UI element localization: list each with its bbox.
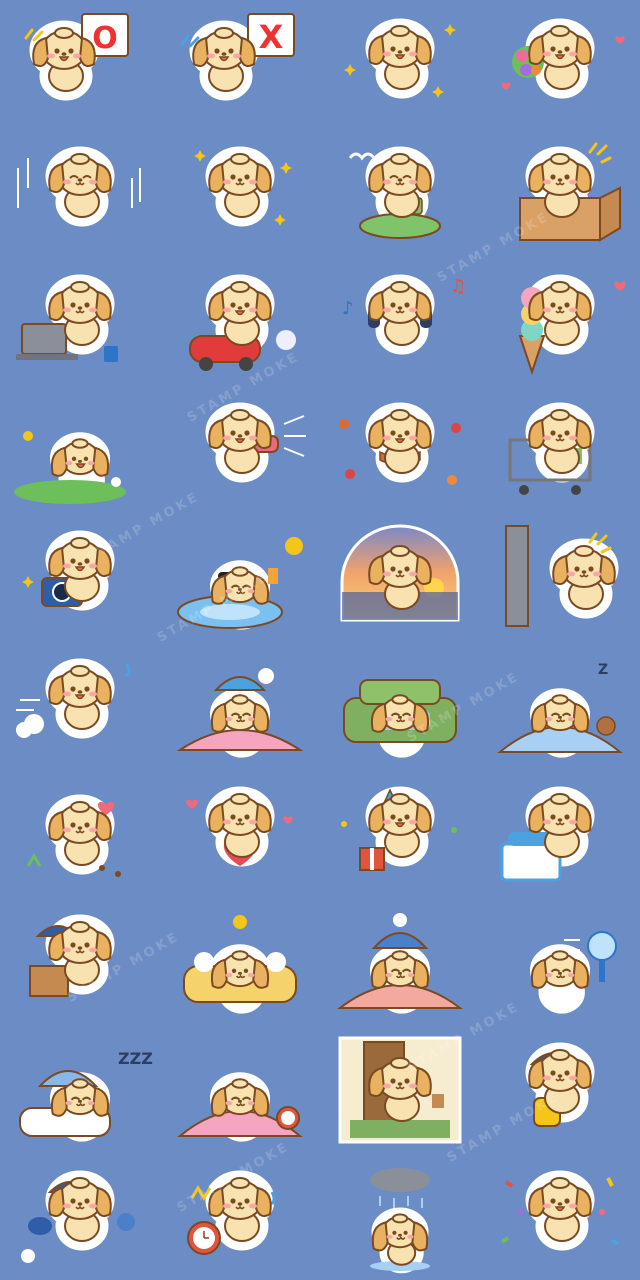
sticker-ice-cream[interactable] — [480, 256, 640, 384]
svg-text:ZZZ: ZZZ — [118, 1049, 153, 1068]
sticker-in-box[interactable] — [480, 128, 640, 256]
sticker-illustration — [505, 525, 619, 627]
sticker-illustration — [26, 794, 121, 877]
sticker-laptop[interactable] — [0, 256, 160, 384]
sticker-confetti-joy[interactable] — [480, 1152, 640, 1280]
sticker-back-heart[interactable] — [0, 768, 160, 896]
sticker-illustration: ZZZ — [19, 1049, 153, 1142]
sticker-illustration — [14, 431, 126, 504]
sticker-illustration — [343, 679, 457, 758]
sticker-thumbs-up[interactable] — [320, 0, 480, 128]
sticker-illustration — [194, 146, 292, 227]
sticker-circle-sign[interactable]: O — [0, 0, 160, 128]
sticker-illustration — [183, 915, 297, 1014]
sticker-crying-on-sofa[interactable] — [320, 640, 480, 768]
sticker-illustration — [177, 1072, 303, 1142]
sticker-illustration — [22, 530, 115, 611]
sticker-camera[interactable] — [0, 512, 160, 640]
sticker-illustration — [337, 913, 463, 1014]
sticker-sleeping-teddy[interactable]: Z — [480, 640, 640, 768]
sticker-illustration — [21, 1170, 135, 1263]
sticker-tea-on-cushion[interactable] — [320, 128, 480, 256]
sticker-illustration: X — [180, 13, 295, 101]
sticker-rain-cloud[interactable] — [320, 1152, 480, 1280]
sticker-bubble-bath[interactable] — [160, 896, 320, 1024]
sticker-sleeping-pillow[interactable]: ZZZ — [0, 1024, 160, 1152]
sticker-sunset-view[interactable] — [320, 512, 480, 640]
sticker-autumn-scarf[interactable] — [320, 384, 480, 512]
sticker-illustration — [176, 668, 304, 758]
sticker-bouquet[interactable] — [480, 0, 640, 128]
sticker-going-out-door[interactable] — [320, 1024, 480, 1152]
svg-text:O: O — [92, 21, 118, 56]
sticker-illustration: Z — [497, 662, 623, 758]
sticker-illustration — [344, 18, 456, 99]
sticker-running[interactable] — [0, 640, 160, 768]
sticker-illustration — [17, 146, 141, 227]
sticker-lying-fan[interactable] — [480, 896, 640, 1024]
sticker-illustration — [16, 658, 131, 739]
sticker-illustration — [205, 402, 306, 483]
sticker-illustration — [518, 274, 626, 376]
sticker-illustration — [519, 142, 621, 242]
sticker-under-blanket[interactable] — [160, 640, 320, 768]
sticker-illustration — [187, 1170, 276, 1255]
svg-text:X: X — [259, 18, 284, 56]
sticker-laundry-basket[interactable] — [480, 768, 640, 896]
sticker-illustration — [341, 786, 457, 871]
sticker-shopping-cart[interactable] — [480, 384, 640, 512]
svg-text:♫: ♫ — [450, 276, 466, 297]
sticker-grid: O X ♪ ♫ Z ZZZ — [0, 0, 640, 1280]
sticker-beanie-blanket[interactable] — [320, 896, 480, 1024]
svg-text:♪: ♪ — [342, 298, 354, 319]
sticker-illustration — [501, 18, 625, 99]
sticker-cross-sign[interactable]: X — [160, 0, 320, 128]
sticker-headphones[interactable]: ♪ ♫ — [320, 256, 480, 384]
sticker-peeking-wall[interactable] — [480, 512, 640, 640]
sticker-illustration — [338, 1036, 462, 1144]
sticker-alarm-snooze[interactable] — [160, 1024, 320, 1152]
sticker-pleading[interactable] — [160, 128, 320, 256]
sticker-illustration: ♪♫ — [342, 274, 466, 355]
sticker-alarm-shock[interactable] — [160, 1152, 320, 1280]
sticker-illustration — [525, 1042, 595, 1127]
sticker-toy-car[interactable] — [160, 256, 320, 384]
sticker-illustration — [339, 402, 461, 485]
sticker-bowing[interactable] — [0, 128, 160, 256]
sticker-sunbathing-float[interactable] — [160, 512, 320, 640]
sticker-illustration — [370, 1168, 430, 1274]
svg-text:Z: Z — [598, 662, 608, 678]
sticker-illustration — [348, 146, 441, 239]
sticker-holding-heart[interactable] — [160, 768, 320, 896]
sticker-illustration — [500, 1170, 620, 1251]
sticker-lying-in-grass[interactable] — [0, 384, 160, 512]
sticker-illustration — [186, 786, 293, 867]
sticker-illustration — [340, 524, 460, 622]
sticker-illustration — [29, 914, 115, 997]
sticker-illustration — [189, 274, 296, 371]
sticker-hair-dryer[interactable] — [160, 384, 320, 512]
sticker-delivery-box[interactable] — [0, 896, 160, 1024]
sticker-illustration — [177, 537, 303, 630]
sticker-illustration — [530, 931, 617, 1014]
sticker-backpack-wave[interactable] — [480, 1024, 640, 1152]
sticker-illustration — [500, 786, 595, 882]
sticker-illustration — [16, 274, 118, 362]
sticker-dropping-bag[interactable] — [0, 1152, 160, 1280]
sticker-illustration: O — [24, 13, 129, 101]
sticker-illustration — [508, 402, 595, 495]
sticker-party-gift[interactable] — [320, 768, 480, 896]
